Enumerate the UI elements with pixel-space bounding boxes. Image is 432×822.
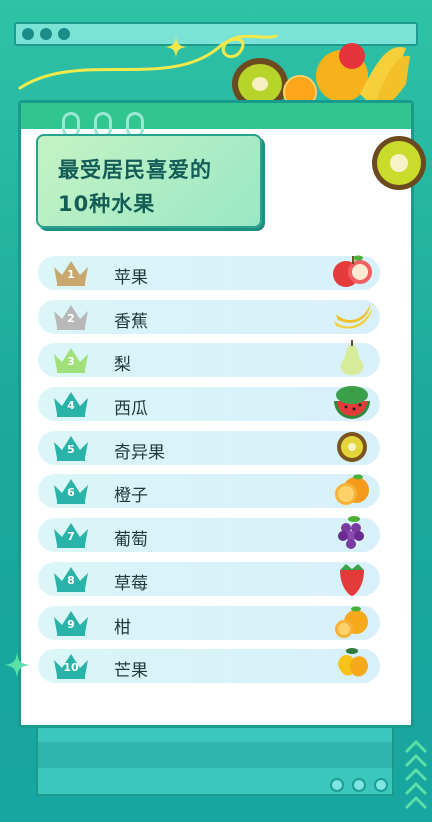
crown-icon: 10	[52, 652, 90, 680]
ranking-row: 3梨	[38, 340, 380, 378]
rank-number: 1	[67, 268, 75, 281]
infographic-page: 最受居民喜爱的 10种水果 1 苹果 2 香蕉 3 梨 4 西瓜 5 奇异果 6 橙子 7 葡萄 8 草莓 9 柑…	[0, 0, 432, 822]
fruit-name: 梨	[114, 355, 131, 376]
crown-icon: 4	[52, 390, 90, 418]
crown-icon: 3	[52, 346, 90, 374]
rank-number: 7	[67, 530, 75, 544]
page-title: 最受居民喜爱的	[58, 158, 212, 182]
ranking-row: 8 草莓	[38, 561, 380, 596]
fruit-name: 葡萄	[114, 530, 148, 551]
title-box: 最受居民喜爱的 10种水果	[36, 134, 262, 228]
bottom-dot	[352, 778, 366, 792]
apple-icon	[330, 252, 374, 292]
crown-icon: 1	[52, 259, 90, 287]
ranking-row: 10 芒果	[38, 648, 380, 684]
ranking-row: 9柑	[38, 605, 380, 640]
rank-number: 5	[67, 442, 75, 456]
rank-number: 2	[67, 311, 75, 325]
strawberry-icon	[330, 558, 374, 598]
sparkle-icon	[165, 36, 187, 58]
chevron-up-icon	[404, 739, 428, 810]
rank-number: 6	[67, 486, 75, 500]
orange-icon	[330, 470, 374, 510]
rank-number: 9	[67, 617, 75, 631]
watermelon-icon	[330, 383, 374, 423]
crown-icon: 6	[52, 477, 90, 505]
fruit-name: 香蕉	[114, 311, 148, 332]
ranking-row: 5 奇异果	[38, 430, 380, 465]
rank-number: 4	[67, 399, 75, 413]
fruit-name: 柑	[114, 617, 131, 638]
page-subtitle: 10种水果	[58, 192, 156, 216]
ranking-row: 6 橙子	[38, 474, 380, 509]
tangerine-icon	[330, 602, 374, 642]
fruit-name: 芒果	[114, 661, 148, 682]
crown-icon: 5	[52, 434, 90, 462]
crown-icon: 9	[52, 609, 90, 637]
fruit-name: 西瓜	[114, 399, 148, 420]
fruit-name: 草莓	[114, 573, 148, 594]
fruit-ranking-list: 1 苹果 2 香蕉 3 梨 4 西瓜 5 奇异果 6 橙子 7 葡萄 8 草莓 9 柑 10 芒果	[38, 255, 380, 693]
grape-icon	[330, 514, 374, 554]
sparkle-icon	[4, 652, 30, 678]
ranking-row: 7 葡萄	[38, 516, 380, 553]
crown-icon: 2	[52, 303, 90, 331]
fruit-name: 奇异果	[114, 442, 165, 463]
crown-icon: 8	[52, 565, 90, 593]
bottom-dot	[330, 778, 344, 792]
fruit-name: 橙子	[114, 486, 148, 507]
mango-icon	[330, 645, 374, 685]
fruit-name: 苹果	[114, 268, 148, 288]
ranking-row: 2 香蕉	[38, 299, 380, 334]
bottom-dots	[330, 778, 388, 792]
ranking-row: 4 西瓜	[38, 386, 380, 422]
rank-number: 8	[67, 573, 75, 587]
bottom-dot	[374, 778, 388, 792]
rank-number: 3	[67, 355, 75, 369]
ranking-row: 1 苹果	[38, 255, 380, 290]
kiwi-icon	[330, 427, 374, 467]
banana-icon	[330, 296, 374, 336]
kiwi-slice-illustration	[372, 136, 426, 190]
rank-number: 10	[63, 661, 79, 675]
bottom-decor-stripe	[38, 742, 392, 768]
crown-icon: 7	[52, 521, 90, 549]
pear-icon	[330, 339, 374, 379]
